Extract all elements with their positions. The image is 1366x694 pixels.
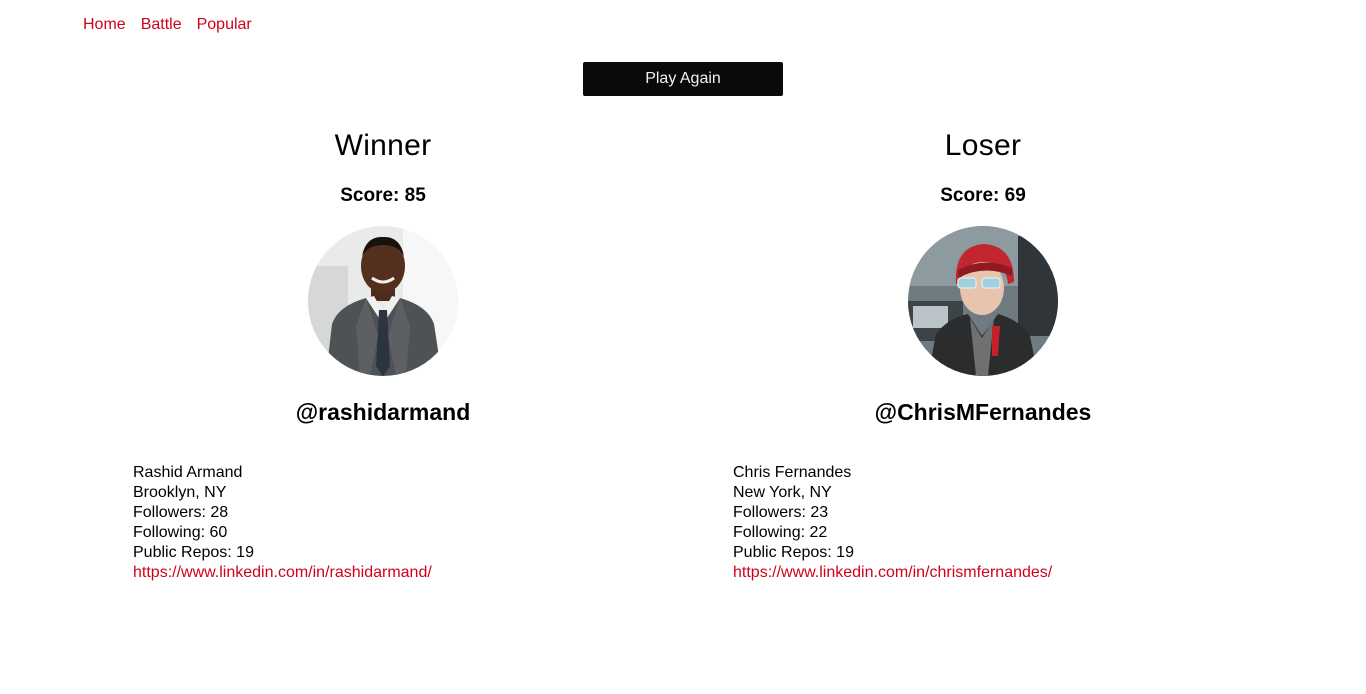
loser-username: @ChrisMFernandes bbox=[874, 399, 1092, 425]
nav-popular-link[interactable]: Popular bbox=[197, 16, 252, 34]
nav-battle-link[interactable]: Battle bbox=[141, 16, 182, 34]
winner-username: @rashidarmand bbox=[295, 399, 471, 425]
winner-score: Score: 85 bbox=[340, 185, 426, 206]
loser-following: Following: 22 bbox=[733, 524, 828, 541]
play-again-button[interactable]: Play Again bbox=[583, 62, 783, 96]
winner-avatar bbox=[308, 226, 458, 376]
loser-card: Loser Score: 69 @ChrisMFernandes Chris F… bbox=[683, 126, 1283, 583]
loser-followers: Followers: 23 bbox=[733, 504, 829, 521]
winner-blog-link[interactable]: https://www.linkedin.com/in/rashidarmand… bbox=[133, 564, 432, 581]
nav-home-link[interactable]: Home bbox=[83, 16, 126, 34]
loser-repos: Public Repos: 19 bbox=[733, 544, 854, 561]
loser-avatar bbox=[908, 226, 1058, 376]
winner-card: Winner Score: 85 @rashidarmand Rashid Ar… bbox=[83, 126, 683, 583]
winner-blog-item: https://www.linkedin.com/in/rashidarmand… bbox=[133, 563, 683, 583]
loser-score: Score: 69 bbox=[940, 185, 1026, 206]
winner-header: Winner bbox=[334, 129, 432, 162]
loser-name: Chris Fernandes bbox=[733, 464, 852, 481]
loser-header: Loser bbox=[944, 129, 1022, 162]
winner-repos: Public Repos: 19 bbox=[133, 544, 254, 561]
loser-info-list: Chris Fernandes New York, NY Followers: … bbox=[733, 463, 1283, 583]
winner-followers: Followers: 28 bbox=[133, 504, 229, 521]
loser-blog-item: https://www.linkedin.com/in/chrismfernan… bbox=[733, 563, 1283, 583]
winner-following: Following: 60 bbox=[133, 524, 228, 541]
winner-location: Brooklyn, NY bbox=[133, 484, 227, 501]
loser-blog-link[interactable]: https://www.linkedin.com/in/chrismfernan… bbox=[733, 564, 1052, 581]
loser-location: New York, NY bbox=[733, 484, 832, 501]
winner-info-list: Rashid Armand Brooklyn, NY Followers: 28… bbox=[133, 463, 683, 583]
main-nav: Home Battle Popular bbox=[83, 16, 252, 34]
winner-name: Rashid Armand bbox=[133, 464, 243, 481]
